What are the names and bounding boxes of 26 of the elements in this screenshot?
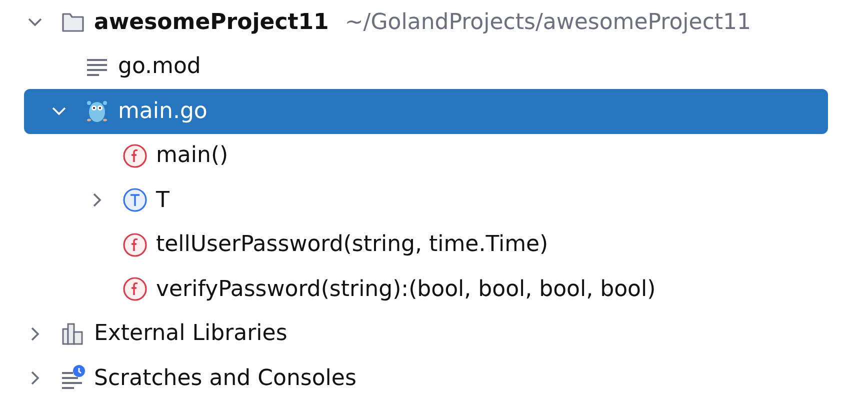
tree-row[interactable]: T: [24, 178, 828, 222]
tree-row[interactable]: verifyPassword(string):(bool, bool, bool, bool): [24, 267, 828, 312]
item-label: T: [156, 186, 170, 215]
gopher-icon: [84, 98, 110, 124]
tree-row[interactable]: Scratches and Consoles: [24, 356, 828, 400]
path-hint: ~/GolandProjects/awesomeProject11: [344, 8, 752, 37]
tree-row[interactable]: main(): [24, 134, 828, 178]
function-icon: [122, 232, 148, 258]
bar-chart-icon: [60, 320, 86, 347]
item-label: verifyPassword(string):(bool, bool, bool, bool): [156, 276, 656, 304]
tree-row[interactable]: External Libraries: [24, 312, 828, 356]
scratch-file-icon: [60, 365, 86, 392]
selected-tree-row[interactable]: main.go: [24, 89, 828, 134]
tree-row[interactable]: tellUserPassword(string, time.Time): [24, 222, 828, 267]
item-label: Scratches and Consoles: [94, 364, 356, 393]
function-icon: [122, 276, 148, 302]
item-label: main.go: [118, 98, 208, 126]
function-icon: [122, 142, 148, 169]
item-label: main(): [156, 142, 228, 170]
item-label: tellUserPassword(string, time.Time): [156, 231, 548, 260]
item-label: go.mod: [118, 53, 201, 82]
tree-row[interactable]: go.mod: [24, 44, 828, 89]
type-icon: [122, 187, 148, 214]
item-label: awesomeProject11: [94, 8, 329, 37]
item-label: External Libraries: [94, 320, 288, 348]
tree-row[interactable]: awesomeProject11 ~/GolandProjects/awesomeProject11: [24, 0, 828, 44]
